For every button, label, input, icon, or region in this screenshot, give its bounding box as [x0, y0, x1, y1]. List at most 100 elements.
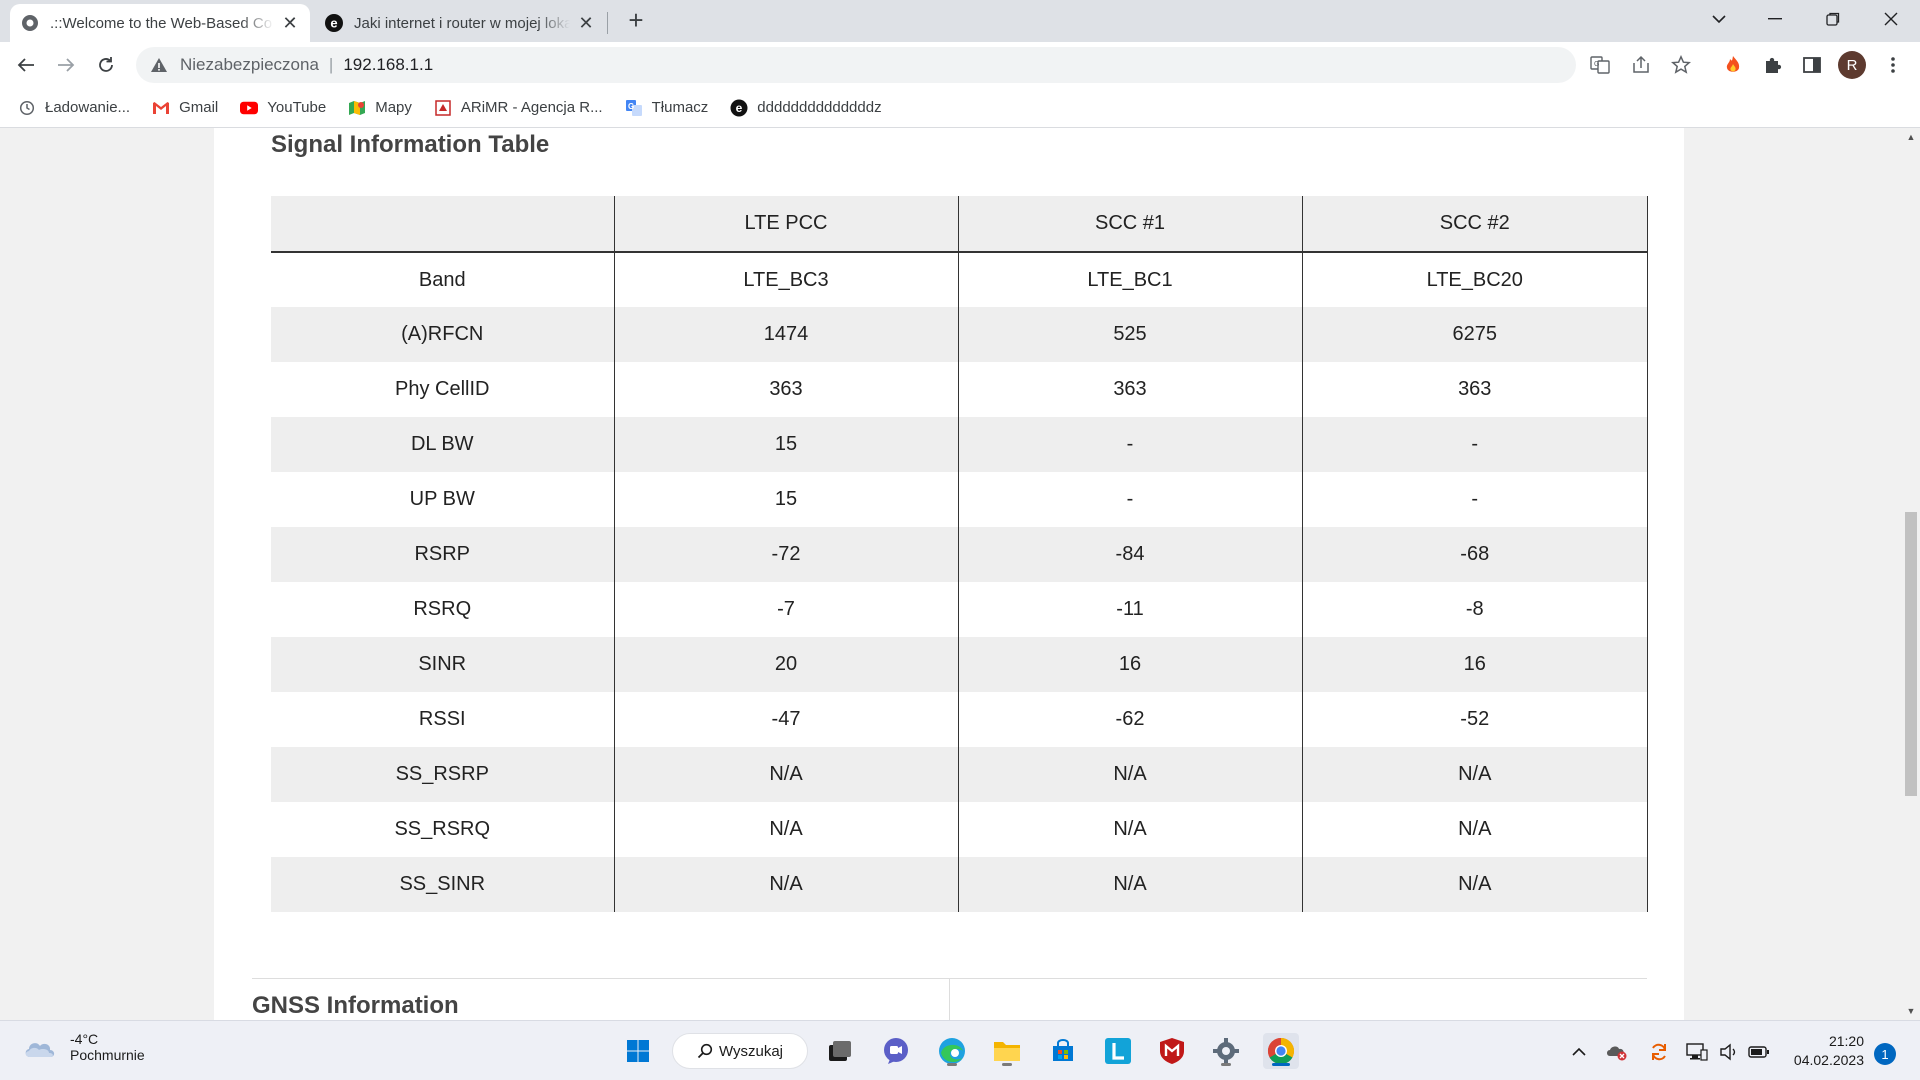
- start-icon[interactable]: [620, 1033, 656, 1069]
- share-icon[interactable]: [1627, 51, 1655, 79]
- tab-router-admin[interactable]: .::Welcome to the Web-Based Co ✕: [10, 4, 310, 42]
- address-divider: |: [328, 55, 334, 74]
- translate-page-icon[interactable]: G: [1586, 51, 1614, 79]
- weather-widget[interactable]: -4°C Pochmurnie: [22, 1031, 145, 1063]
- table-cell: -62: [957, 692, 1302, 747]
- chrome-icon[interactable]: [1263, 1033, 1299, 1069]
- warning-icon[interactable]: [150, 56, 168, 74]
- maps-icon: [348, 99, 366, 117]
- onedrive-error-icon[interactable]: [1604, 1039, 1630, 1065]
- cloud-icon: [25, 1043, 55, 1057]
- windows-taskbar: -4°C Pochmurnie Wyszukaj 21:20 04.02.202…: [0, 1020, 1920, 1080]
- task-view-icon[interactable]: [822, 1033, 858, 1069]
- more-menu-icon[interactable]: [1878, 50, 1908, 80]
- settings-gear-icon[interactable]: [1208, 1033, 1244, 1069]
- system-clock[interactable]: 21:20 04.02.2023: [1784, 1032, 1864, 1070]
- table-cell: -72: [613, 527, 958, 582]
- scroll-down-icon[interactable]: ▼: [1902, 1002, 1920, 1020]
- table-cell: 6275: [1301, 307, 1648, 362]
- notification-badge[interactable]: 1: [1874, 1043, 1896, 1065]
- scroll-up-icon[interactable]: ▲: [1902, 128, 1920, 146]
- gnss-title: GNSS Information: [252, 992, 459, 1019]
- chat-icon[interactable]: [878, 1033, 914, 1069]
- store-icon[interactable]: [1045, 1033, 1081, 1069]
- table-row: SS_RSRQ N/A N/A N/A: [271, 802, 1648, 857]
- side-panel-icon[interactable]: [1797, 50, 1827, 80]
- content-card: Signal Information Table LTE PCC SCC #1 …: [214, 128, 1684, 1020]
- table-cell: 363: [1301, 362, 1648, 417]
- table-cell: N/A: [1301, 802, 1648, 857]
- bookmark-label: Gmail: [179, 99, 219, 116]
- bookmark-item[interactable]: Ładowanie...: [18, 99, 130, 117]
- row-label: SINR: [271, 637, 614, 692]
- close-tab-icon[interactable]: ✕: [576, 13, 596, 33]
- close-tab-icon[interactable]: ✕: [280, 13, 300, 33]
- table-cell: 525: [957, 307, 1302, 362]
- table-cell: 16: [1301, 637, 1648, 692]
- tab-title: Jaki internet i router w mojej loka: [354, 14, 570, 32]
- table-row: Phy CellID 363 363 363: [271, 362, 1648, 417]
- extensions-puzzle-icon[interactable]: [1758, 50, 1788, 80]
- table-cell: LTE_BC20: [1301, 252, 1648, 307]
- close-window-icon[interactable]: [1868, 0, 1914, 38]
- table-row: SINR 20 16 16: [271, 637, 1648, 692]
- svg-text:e: e: [736, 101, 743, 115]
- bookmark-item[interactable]: e ddddddddddddddz: [730, 99, 882, 117]
- edge-browser-icon[interactable]: [934, 1033, 970, 1069]
- table-cell: N/A: [613, 802, 958, 857]
- file-explorer-icon[interactable]: [989, 1033, 1025, 1069]
- page-scrollbar[interactable]: ▲ ▼: [1902, 128, 1920, 1020]
- table-row: UP BW 15- -: [271, 472, 1648, 527]
- reload-icon[interactable]: [90, 49, 122, 81]
- sync-icon[interactable]: [1646, 1039, 1672, 1065]
- row-label: SS_RSRP: [271, 747, 614, 802]
- mcafee-icon[interactable]: [1154, 1033, 1190, 1069]
- tray-overflow-chevron-icon[interactable]: [1566, 1039, 1592, 1065]
- tab-title: .::Welcome to the Web-Based Co: [50, 14, 273, 32]
- battery-icon[interactable]: [1746, 1039, 1772, 1065]
- table-cell: -7: [613, 582, 958, 637]
- l-app-icon[interactable]: [1100, 1033, 1136, 1069]
- table-cell: N/A: [957, 802, 1302, 857]
- translate-icon: G: [625, 99, 643, 117]
- globe-icon: [22, 15, 38, 31]
- network-icon[interactable]: [1684, 1039, 1710, 1065]
- table-row: Band LTE_BC3 LTE_BC1 LTE_BC20: [271, 252, 1648, 307]
- new-tab-button[interactable]: +: [622, 5, 650, 35]
- page-viewport: Signal Information Table LTE PCC SCC #1 …: [0, 128, 1902, 1020]
- back-icon[interactable]: [10, 49, 42, 81]
- table-cell: -8: [1301, 582, 1648, 637]
- table-cell: -52: [1301, 692, 1648, 747]
- bookmark-item[interactable]: ARiMR - Agencja R...: [434, 99, 603, 117]
- restore-icon[interactable]: [1810, 0, 1856, 38]
- volume-icon[interactable]: [1716, 1039, 1742, 1065]
- weather-temp: -4°C: [70, 1031, 99, 1047]
- forward-icon[interactable]: [50, 49, 82, 81]
- running-indicator: [947, 1063, 957, 1066]
- profile-avatar[interactable]: R: [1838, 51, 1866, 79]
- bookmark-item[interactable]: Gmail: [152, 99, 218, 117]
- security-label[interactable]: Niezabezpieczona: [180, 55, 319, 75]
- minimize-icon[interactable]: [1752, 0, 1798, 38]
- url-text[interactable]: 192.168.1.1: [343, 55, 433, 75]
- table-cell: -: [957, 417, 1302, 472]
- signal-information-table: LTE PCC SCC #1 SCC #2 Band LTE_BC3 LTE_BC1…: [271, 196, 1648, 912]
- bookmark-label: ddddddddddddddz: [757, 99, 882, 116]
- table-cell: 363: [613, 362, 958, 417]
- bookmark-item[interactable]: G Tłumacz: [625, 99, 708, 117]
- scrollbar-thumb[interactable]: [1905, 512, 1917, 796]
- address-bar[interactable]: Niezabezpieczona | 192.168.1.1: [136, 47, 1576, 83]
- table-cell: 1474: [613, 307, 958, 362]
- bookmark-item[interactable]: YouTube: [240, 99, 326, 117]
- bookmark-item[interactable]: Mapy: [348, 99, 412, 117]
- tab-internet-article[interactable]: e Jaki internet i router w mojej loka ✕: [314, 4, 606, 42]
- tab-search-chevron-icon[interactable]: [1696, 0, 1742, 38]
- running-indicator: [1002, 1063, 1012, 1066]
- table-cell: N/A: [613, 747, 958, 802]
- table-header-row: LTE PCC SCC #1 SCC #2: [271, 196, 1648, 253]
- taskbar-search[interactable]: Wyszukaj: [672, 1033, 808, 1069]
- table-row: RSRQ -7 -11 -8: [271, 582, 1648, 637]
- extension-flame-icon[interactable]: [1718, 50, 1748, 80]
- row-label: RSRQ: [413, 598, 472, 620]
- bookmark-star-icon[interactable]: [1667, 51, 1695, 79]
